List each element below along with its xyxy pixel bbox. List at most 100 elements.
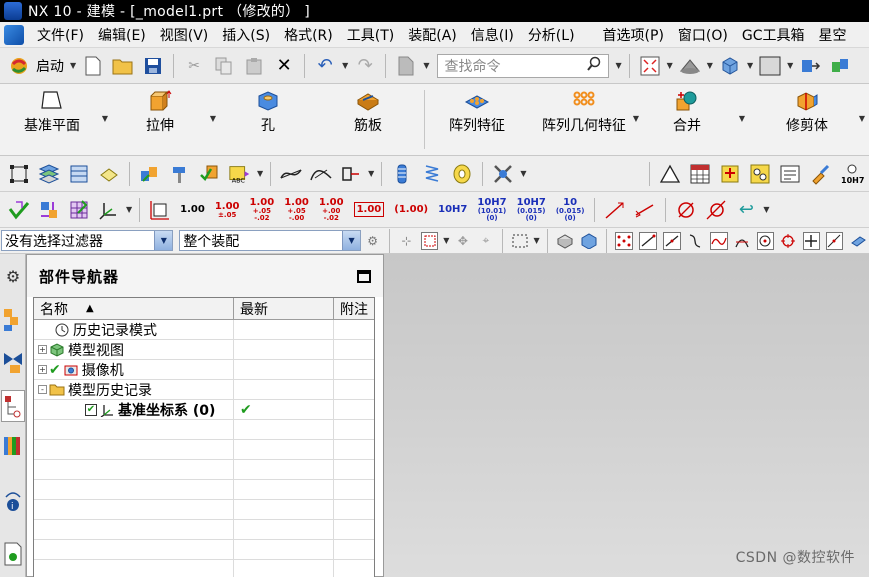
snap-all-points-icon[interactable] (614, 231, 633, 250)
wcs-axes-icon[interactable] (97, 198, 121, 222)
start-button[interactable]: 启动 (36, 56, 64, 76)
delete-icon[interactable]: ✕ (273, 55, 295, 77)
tree-node[interactable]: - 模型历史记录 (34, 380, 374, 400)
sort-ascending-icon[interactable]: ▲ (86, 303, 94, 314)
menu-file[interactable]: 文件(F) (30, 25, 91, 45)
checkmark-ribbon-icon[interactable] (7, 198, 31, 222)
menu-gc-toolkit[interactable]: GC工具箱 (735, 25, 812, 45)
command-finder-dropdown-icon[interactable]: ▼ (615, 61, 621, 70)
tolerance-unilateral-minus[interactable]: 1.00 +.00 -.02 (319, 197, 344, 222)
snap-quadrant-icon[interactable] (780, 232, 797, 250)
spline-icon[interactable] (309, 162, 333, 186)
snap-tangent-icon[interactable] (709, 231, 728, 250)
undo-dimension-icon[interactable]: ↩ (734, 198, 758, 222)
tree-node[interactable]: + ✔ 摄像机 (34, 360, 374, 380)
graphics-window[interactable]: CSDN @数控软件 (384, 254, 869, 577)
rectangle-select-dropdown-icon[interactable]: ▼ (533, 236, 539, 245)
visibility-check-icon[interactable]: ✔ (49, 362, 61, 378)
menu-insert[interactable]: 插入(S) (215, 25, 277, 45)
column-header-name[interactable]: 名称 ▲ (34, 298, 234, 319)
eraser-icon[interactable] (97, 162, 121, 186)
select-bodies-icon[interactable] (580, 232, 598, 250)
structure-check-icon[interactable] (37, 198, 61, 222)
assembly-constraint-icon[interactable] (829, 55, 851, 77)
web-browser-tab[interactable]: i (1, 486, 25, 518)
ribbon-hole[interactable]: 孔 (216, 84, 320, 155)
ribbon-rib[interactable]: 筋板 (320, 84, 416, 155)
new-file-icon[interactable] (82, 55, 104, 77)
settings-tab[interactable]: ⚙ (1, 260, 25, 292)
filter-gear-icon[interactable]: ⚙ (364, 232, 381, 250)
menu-tools[interactable]: 工具(T) (340, 25, 401, 45)
render-style-dropdown-icon[interactable]: ▼ (707, 61, 713, 70)
snap-intersection-icon[interactable] (734, 232, 751, 250)
orient-view-icon[interactable] (719, 55, 741, 77)
snap-point-on-surface-icon[interactable] (849, 232, 866, 250)
snap-existing-point-icon[interactable] (802, 231, 820, 250)
diameter-leader-icon[interactable] (704, 198, 728, 222)
menu-assemblies[interactable]: 装配(A) (401, 25, 464, 45)
snap-mid-point-icon[interactable] (662, 231, 681, 250)
tools-dropdown-icon[interactable]: ▼ (520, 169, 526, 178)
assembly-navigator-tab[interactable] (1, 304, 25, 336)
tree-node[interactable]: + 模型视图 (34, 340, 374, 360)
tools-icon[interactable] (491, 162, 515, 186)
selection-frame-dropdown-icon[interactable]: ▼ (443, 236, 449, 245)
dimension-dropdown-icon[interactable]: ▼ (763, 205, 769, 214)
offset-curve-dropdown-icon[interactable]: ▼ (368, 169, 374, 178)
save-icon[interactable] (142, 55, 164, 77)
triangle-sketch-icon[interactable] (658, 162, 682, 186)
grid-check-icon[interactable] (67, 198, 91, 222)
move-handle-icon[interactable]: ✥ (454, 232, 471, 250)
wcs-dropdown-icon[interactable]: ▼ (126, 205, 132, 214)
tolerance-unilateral-plus[interactable]: 1.00 +.05 -.00 (284, 197, 309, 222)
assembly-navigator-icon[interactable] (138, 162, 162, 186)
table-icon[interactable] (688, 162, 712, 186)
render-style-icon[interactable] (679, 55, 701, 77)
component-check-icon[interactable] (198, 162, 222, 186)
menu-preferences[interactable]: 首选项(P) (596, 25, 671, 45)
fit-view-icon[interactable] (639, 55, 661, 77)
ribbon-unite[interactable]: 合并 ▼ (639, 84, 745, 155)
document-dropdown-icon[interactable]: ▼ (423, 61, 429, 70)
offset-curve-icon[interactable] (339, 162, 363, 186)
selection-scope-dropdown-icon[interactable]: ▼ (342, 231, 361, 250)
label-abc-icon[interactable]: ABC (228, 162, 252, 186)
brush-tool-icon[interactable] (808, 162, 832, 186)
reuse-library-tab[interactable] (1, 430, 25, 462)
snap-inferred-icon[interactable]: ⊹ (398, 232, 415, 250)
undo-dropdown-icon[interactable]: ▼ (342, 61, 348, 70)
dimension-frame-icon[interactable] (148, 198, 172, 222)
trim-body-dropdown-icon[interactable]: ▼ (859, 114, 865, 123)
tree-node[interactable]: ✔ 基准坐标系 (0) ✔ (34, 400, 374, 420)
fit-view-dropdown-icon[interactable]: ▼ (667, 61, 673, 70)
washer-icon[interactable] (450, 162, 474, 186)
ribbon-pattern-feature[interactable]: 阵列特征 (425, 84, 529, 155)
command-finder-input[interactable]: 查找命令 (437, 53, 610, 78)
fit-points-icon[interactable] (7, 162, 31, 186)
menu-analysis[interactable]: 分析(L) (521, 25, 582, 45)
nx-menu-logo-icon[interactable] (4, 24, 24, 45)
layer-settings-icon[interactable] (37, 162, 61, 186)
column-header-notes[interactable]: 附注 (334, 298, 374, 319)
maximize-window-icon[interactable] (357, 269, 371, 283)
snap-control-point-icon[interactable] (687, 232, 704, 250)
thread-icon[interactable] (390, 162, 414, 186)
tolerance-none[interactable]: 1.00 (180, 204, 205, 215)
balloon-icon[interactable] (748, 162, 772, 186)
ribbon-datum-plane[interactable]: 基准平面 ▼ (0, 84, 108, 155)
undo-icon[interactable]: ↶ (314, 55, 336, 77)
assembly-select-icon[interactable]: ⌖ (477, 232, 494, 250)
type-filter-dropdown-icon[interactable]: ▼ (154, 231, 173, 250)
hammer-tool-icon[interactable] (168, 162, 192, 186)
type-filter-select[interactable]: 没有选择过滤器 ▼ (1, 230, 174, 251)
start-menu-icon[interactable] (8, 55, 30, 77)
paste-icon[interactable] (243, 55, 265, 77)
background-color-icon[interactable] (759, 55, 781, 77)
document-icon[interactable] (395, 55, 417, 77)
menu-xingkong[interactable]: 星空 (812, 25, 854, 45)
column-header-latest[interactable]: 最新 (234, 298, 334, 319)
spring-icon[interactable] (420, 162, 444, 186)
rectangle-select-icon[interactable] (511, 232, 528, 250)
radius-dimension-alt-icon[interactable] (633, 198, 657, 222)
